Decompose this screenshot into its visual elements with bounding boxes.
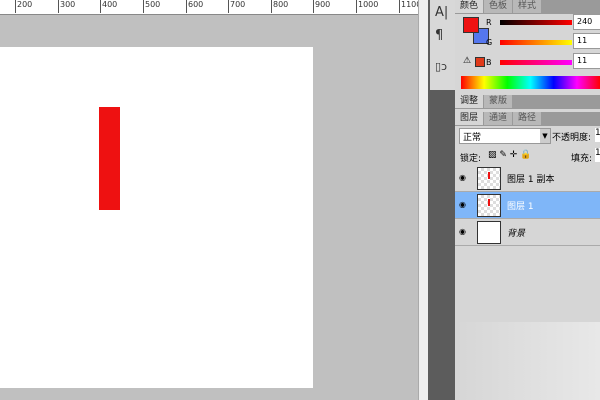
ruler-label: 600: [186, 0, 203, 13]
gamut-warning-icon[interactable]: ⚠: [463, 56, 471, 66]
ruler-label: 400: [100, 0, 117, 13]
blend-mode-select[interactable]: 正常 ▼: [459, 128, 551, 144]
fill-input[interactable]: 1: [595, 148, 600, 162]
layer-name: 背景: [507, 229, 526, 239]
layer-thumbnail: [477, 221, 501, 244]
layers-tabs: 图层 通道 路径: [455, 112, 600, 126]
adjust-tabs: 调整 蒙版: [455, 95, 600, 109]
red-value-input[interactable]: 240: [573, 14, 600, 30]
tab-paths[interactable]: 路径: [513, 112, 542, 125]
layer-row[interactable]: ◉ 背景: [455, 219, 600, 246]
paragraph-icon[interactable]: ¶: [435, 28, 443, 43]
layer-name: 图层 1 副本: [507, 175, 555, 185]
tab-layers[interactable]: 图层: [455, 112, 484, 125]
eye-icon[interactable]: ◉: [459, 227, 466, 236]
layer-name: 图层 1: [507, 202, 534, 212]
color-tabs: 颜色 色板 样式: [455, 0, 600, 14]
tab-swatches[interactable]: 色板: [484, 0, 513, 13]
tab-styles[interactable]: 样式: [513, 0, 542, 13]
lock-label: 锁定:: [460, 154, 482, 164]
layer-thumbnail: [477, 194, 501, 217]
opacity-label: 不透明度:: [552, 133, 592, 143]
clone-source-icon[interactable]: ▯ɔ: [435, 60, 447, 73]
b-label: B: [486, 58, 492, 67]
fill-label: 填充:: [571, 154, 593, 164]
tab-color[interactable]: 颜色: [455, 0, 484, 13]
eye-icon[interactable]: ◉: [459, 173, 466, 182]
ruler-label: 1000: [356, 0, 378, 13]
collapsed-tool-panel: A| ¶ ▯ɔ: [430, 0, 455, 90]
horizontal-ruler: 200 300 400 500 600 700 800 900 1000 110…: [0, 0, 421, 15]
ruler-label: 700: [228, 0, 245, 13]
r-label: R: [486, 18, 492, 27]
layer-row[interactable]: ◉ 图层 1 副本: [455, 165, 600, 192]
blue-slider[interactable]: [500, 60, 572, 65]
ruler-label: 300: [58, 0, 75, 13]
tab-masks[interactable]: 蒙版: [484, 95, 513, 108]
color-spectrum-ramp[interactable]: [461, 76, 600, 89]
character-icon[interactable]: A|: [435, 5, 448, 20]
chevron-down-icon: ▼: [540, 129, 550, 143]
green-value-input[interactable]: 11: [573, 33, 600, 49]
g-label: G: [486, 38, 493, 47]
document-canvas[interactable]: [0, 47, 313, 388]
lock-icons[interactable]: ▨ ✎ ✛ 🔒: [488, 150, 531, 160]
ruler-label: 900: [313, 0, 330, 13]
ruler-label: 500: [143, 0, 160, 13]
foreground-color-swatch[interactable]: [463, 17, 479, 33]
green-slider[interactable]: [500, 40, 572, 45]
in-gamut-color-swatch[interactable]: [475, 57, 485, 67]
red-slider[interactable]: [500, 20, 572, 25]
layer-row-selected[interactable]: ◉ 图层 1: [455, 192, 600, 219]
layer-thumbnail: [477, 167, 501, 190]
blue-value-input[interactable]: 11: [573, 53, 600, 69]
eye-icon[interactable]: ◉: [459, 200, 466, 209]
panel-empty-area: [455, 322, 600, 400]
ruler-label: 200: [15, 0, 32, 13]
tab-adjustments[interactable]: 调整: [455, 95, 484, 108]
opacity-input[interactable]: 1: [595, 128, 600, 142]
tab-channels[interactable]: 通道: [484, 112, 513, 125]
ruler-label: 800: [271, 0, 288, 13]
red-rectangle-layer[interactable]: [99, 107, 120, 210]
blend-mode-value: 正常: [463, 133, 482, 143]
